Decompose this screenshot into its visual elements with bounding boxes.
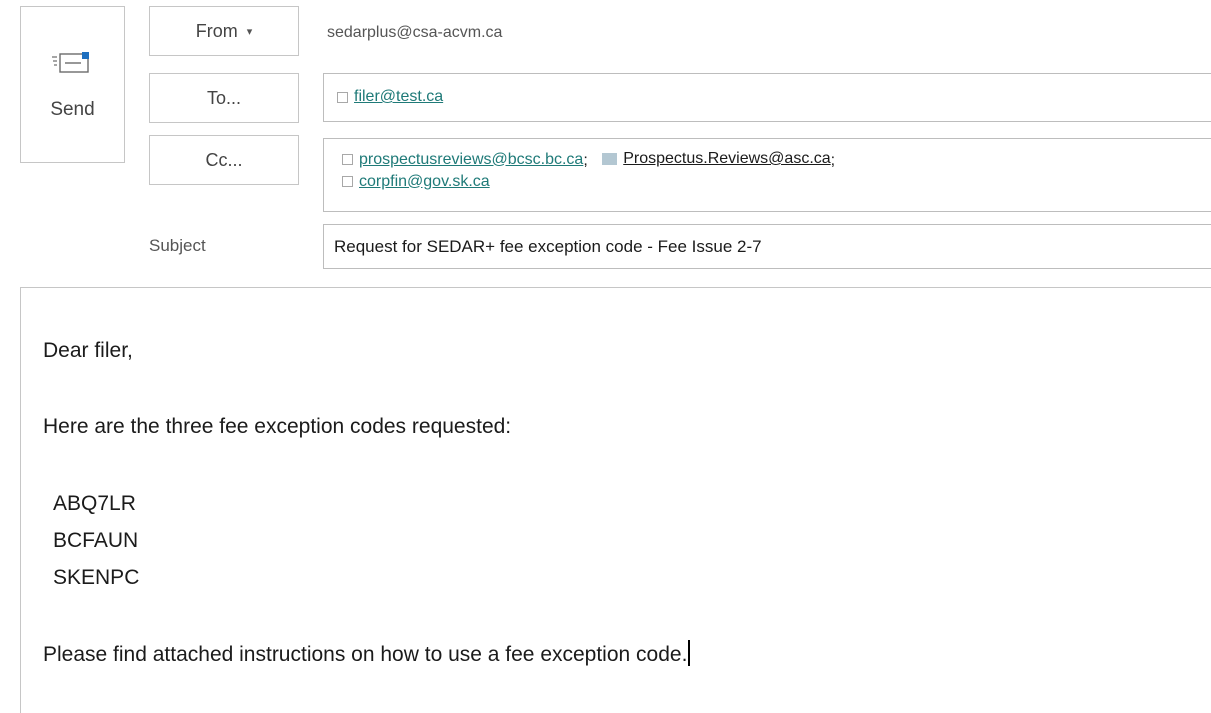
body-closing: Please find attached instructions on how… (43, 643, 688, 666)
recipient-address[interactable]: filer@test.ca (354, 88, 443, 106)
subject-text: Request for SEDAR+ fee exception code - … (334, 236, 762, 256)
from-label: From (195, 20, 238, 41)
chevron-down-icon: ▾ (246, 25, 253, 38)
recipient-chip[interactable]: Prospectus.Reviews@asc.ca (602, 148, 831, 169)
subject-label: Subject (149, 236, 206, 255)
body-intro: Here are the three fee exception codes r… (43, 415, 512, 438)
recipient-separator: ; (830, 151, 836, 169)
recipient-marker-icon (342, 153, 353, 165)
to-label: To... (206, 87, 241, 108)
fee-code: ABQ7LR (53, 492, 136, 515)
recipient-marker-icon (602, 152, 618, 165)
to-button[interactable]: To... (149, 73, 299, 123)
from-address: sedarplus@csa-acvm.ca (327, 24, 503, 41)
subject-input[interactable]: Request for SEDAR+ fee exception code - … (323, 224, 1211, 269)
send-button[interactable]: Send (20, 6, 125, 163)
send-envelope-icon (51, 51, 89, 73)
message-body[interactable]: Dear filer, Here are the three fee excep… (20, 287, 1211, 713)
recipient-chip[interactable]: filer@test.ca (337, 88, 443, 106)
from-button[interactable]: From ▾ (149, 6, 299, 56)
to-field[interactable]: filer@test.ca (323, 73, 1211, 122)
recipient-address[interactable]: prospectusreviews@bcsc.bc.ca (359, 149, 583, 170)
email-compose-window: Send From ▾ sedarplus@csa-acvm.ca To... … (0, 0, 1211, 713)
send-label: Send (50, 98, 95, 120)
recipient-chip[interactable]: prospectusreviews@bcsc.bc.ca (342, 149, 583, 170)
cc-field[interactable]: prospectusreviews@bcsc.bc.ca ; Prospectu… (323, 138, 1211, 212)
recipient-marker-icon (342, 175, 353, 187)
fee-code: BCFAUN (53, 529, 139, 552)
recipient-address[interactable]: Prospectus.Reviews@asc.ca (623, 148, 830, 169)
recipient-address[interactable]: corpfin@gov.sk.ca (359, 171, 490, 192)
cc-label: Cc... (205, 149, 243, 170)
cc-button[interactable]: Cc... (149, 135, 299, 185)
recipient-chip[interactable]: corpfin@gov.sk.ca (342, 171, 490, 192)
recipient-marker-icon (337, 91, 348, 103)
text-cursor (688, 640, 691, 666)
fee-code: SKENPC (53, 566, 140, 589)
body-closing-line: Please find attached instructions on how… (43, 640, 691, 667)
body-greeting: Dear filer, (43, 339, 133, 362)
recipient-separator: ; (583, 151, 588, 169)
